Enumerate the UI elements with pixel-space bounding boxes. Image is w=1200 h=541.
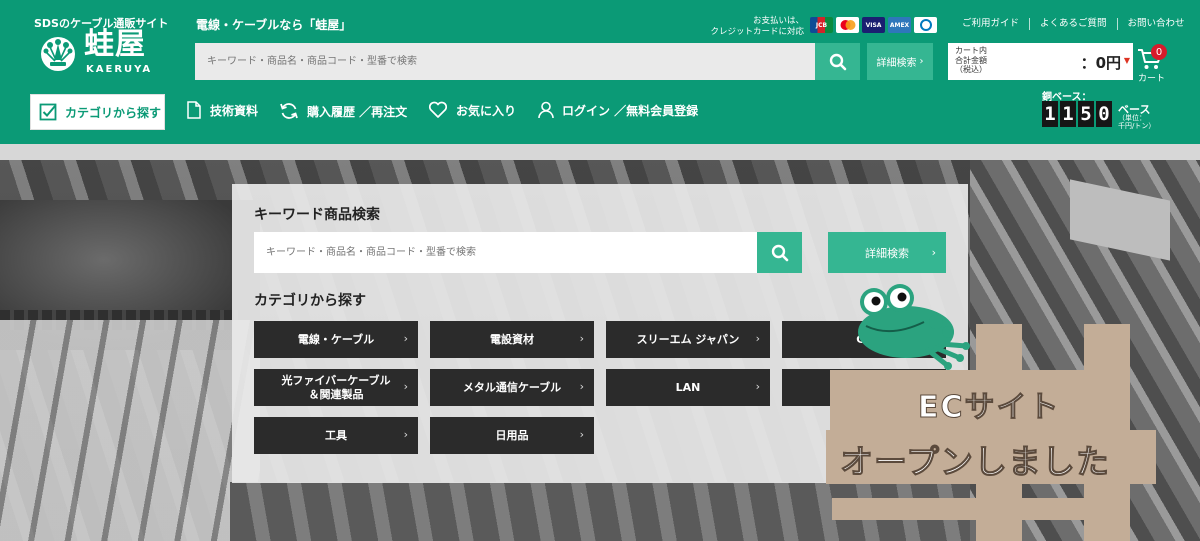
- cart-count-badge: 0: [1151, 44, 1167, 60]
- copper-digit: 0: [1096, 101, 1112, 127]
- top-links: ご利用ガイド よくあるご質問 お問い合わせ: [952, 18, 1195, 30]
- guide-link[interactable]: ご利用ガイド: [952, 18, 1029, 30]
- panel-detail-search-button[interactable]: 詳細検索 ›: [828, 232, 946, 273]
- payment-text-line1: お支払いは、: [752, 16, 804, 26]
- header-divider: [0, 144, 1200, 160]
- copper-digit: 1: [1042, 101, 1058, 127]
- chevron-right-icon: ›: [403, 332, 408, 345]
- banner-board-bottom: [832, 498, 1122, 520]
- chevron-right-icon: ›: [755, 380, 760, 393]
- search-icon: [771, 244, 788, 261]
- chevron-right-icon: ›: [403, 428, 408, 441]
- copper-base-note: （単位： 千円/トン）: [1118, 114, 1156, 130]
- site-tagline: 電線・ケーブルなら「蛙屋」: [196, 18, 352, 32]
- cart-total-label: カート内 合計金額 （税込）: [955, 46, 987, 74]
- credit-card-list: JCB VISA AMEX: [810, 17, 937, 33]
- amex-card-icon: AMEX: [888, 17, 911, 33]
- user-icon: [538, 101, 554, 119]
- chevron-right-icon: ›: [919, 56, 924, 67]
- category-lan[interactable]: LAN ›: [606, 369, 770, 406]
- category-tools[interactable]: 工具 ›: [254, 417, 418, 454]
- refresh-icon: [280, 103, 298, 119]
- frog-logo-icon[interactable]: [40, 34, 76, 74]
- chevron-right-icon: ›: [579, 380, 584, 393]
- copper-digit: 5: [1078, 101, 1094, 127]
- payment-info: お支払いは、 クレジットカードに対応: [700, 16, 804, 38]
- visa-card-icon: VISA: [862, 17, 885, 33]
- detail-search-label: 詳細検索: [876, 58, 917, 69]
- nav-purchase-history[interactable]: 購入履歴 ／再注文: [279, 101, 407, 121]
- chevron-right-icon: ›: [403, 380, 408, 393]
- copper-digit: 1: [1060, 101, 1076, 127]
- diners-card-icon: [914, 17, 937, 33]
- category-metal-comm-cable[interactable]: メタル通信ケーブル ›: [430, 369, 594, 406]
- contact-link[interactable]: お問い合わせ: [1116, 18, 1195, 30]
- chevron-down-icon: ▼: [1123, 56, 1130, 65]
- panel-detail-search-label: 詳細検索: [865, 246, 909, 260]
- nav-purchase-history-label: 購入履歴 ／再注文: [307, 104, 408, 119]
- keyword-search-title: キーワード商品検索: [254, 207, 380, 223]
- chevron-right-icon: ›: [931, 246, 936, 259]
- nav-tech-docs-label: 技術資料: [210, 103, 259, 118]
- nav-login[interactable]: ログイン ／無料会員登録: [538, 101, 698, 119]
- logo-roman: KAERUYA: [86, 64, 153, 75]
- panel-search-input[interactable]: [254, 232, 757, 273]
- banner-headline: ECサイト: [918, 390, 1061, 426]
- header-detail-search-button[interactable]: 詳細検索 ›: [867, 43, 933, 80]
- chevron-right-icon: ›: [755, 332, 760, 345]
- nav-login-label: ログイン ／無料会員登録: [562, 103, 699, 118]
- chevron-right-icon: ›: [579, 428, 584, 441]
- cart-total-amount: ：0円: [1080, 54, 1121, 72]
- hero-roofs: [0, 320, 260, 541]
- frog-mascot-icon: [858, 284, 970, 370]
- category-electrical-materials[interactable]: 電設資材 ›: [430, 321, 594, 358]
- panel-search-button[interactable]: [757, 232, 802, 273]
- checkbox-icon: [39, 103, 57, 121]
- category-optical-fiber[interactable]: 光ファイバーケーブル ＆関連製品 ›: [254, 369, 418, 406]
- header-search-button[interactable]: [815, 43, 860, 80]
- category-browse-button[interactable]: カテゴリから探す: [30, 94, 165, 130]
- nav-favorites[interactable]: お気に入り: [428, 101, 516, 119]
- category-electric-cable[interactable]: 電線・ケーブル ›: [254, 321, 418, 358]
- header-search-input[interactable]: [195, 43, 815, 80]
- site-header: SDSのケーブル通販サイト 蛙屋 KAERUYA 電線・ケーブルなら「蛙屋」 詳…: [0, 0, 1200, 144]
- mastercard-icon: [836, 17, 859, 33]
- nav-tech-docs[interactable]: 技術資料: [186, 101, 258, 119]
- category-daily-goods[interactable]: 日用品 ›: [430, 417, 594, 454]
- banner-subheadline: オープンしました: [839, 442, 1111, 482]
- payment-text-line2: クレジットカードに対応: [710, 27, 804, 37]
- jcb-card-icon: JCB: [810, 17, 833, 33]
- ec-open-banner[interactable]: ECサイト オープンしました: [826, 284, 1200, 541]
- cart-label[interactable]: カート: [1138, 71, 1165, 84]
- faq-link[interactable]: よくあるご質問: [1029, 18, 1117, 30]
- copper-base-value: 1 1 5 0: [1042, 101, 1112, 127]
- cart-total-box[interactable]: カート内 合計金額 （税込） ：0円 ▼: [948, 43, 1133, 80]
- search-icon: [829, 53, 846, 70]
- category-browse-label: カテゴリから探す: [65, 105, 162, 120]
- document-icon: [187, 101, 201, 119]
- category-3m-japan[interactable]: スリーエム ジャパン ›: [606, 321, 770, 358]
- chevron-right-icon: ›: [579, 332, 584, 345]
- logo-name[interactable]: 蛙屋: [84, 30, 146, 60]
- nav-favorites-label: お気に入り: [456, 103, 517, 118]
- category-search-title: カテゴリから探す: [254, 293, 366, 309]
- heart-icon: [428, 101, 448, 118]
